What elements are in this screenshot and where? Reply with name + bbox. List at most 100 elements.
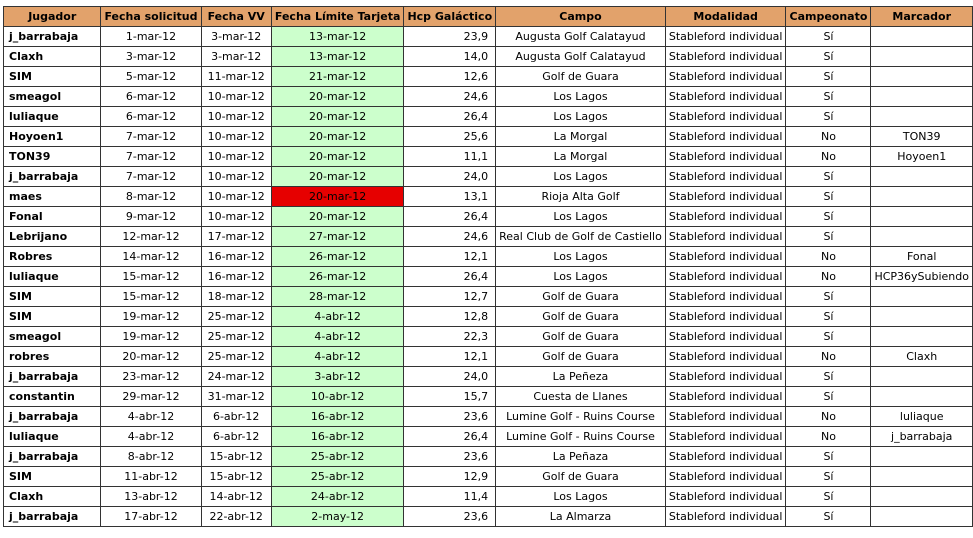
cell-campeonato[interactable]: No: [785, 406, 872, 427]
cell-jugador[interactable]: Lebrijano: [2, 226, 102, 247]
col-header-fecha-solicitud[interactable]: Fecha solicitud: [100, 6, 202, 27]
cell-campeonato[interactable]: No: [785, 426, 872, 447]
cell-modalidad[interactable]: Stableford individual: [664, 386, 787, 407]
cell-hcp[interactable]: 23,9: [403, 26, 497, 47]
cell-modalidad[interactable]: Stableford individual: [664, 506, 787, 527]
cell-campeonato[interactable]: Sí: [785, 446, 872, 467]
cell-fecha-solicitud[interactable]: 7-mar-12: [100, 166, 202, 187]
cell-campeonato[interactable]: Sí: [785, 166, 872, 187]
cell-modalidad[interactable]: Stableford individual: [664, 306, 787, 327]
cell-fecha-solicitud[interactable]: 7-mar-12: [100, 146, 202, 167]
cell-fecha-limite[interactable]: 20-mar-12: [270, 126, 405, 147]
cell-hcp[interactable]: 26,4: [403, 206, 497, 227]
cell-campo[interactable]: Golf de Guara: [495, 286, 666, 307]
cell-fecha-vv[interactable]: 25-mar-12: [200, 326, 272, 347]
cell-marcador[interactable]: [870, 226, 973, 247]
cell-marcador[interactable]: [870, 26, 973, 47]
cell-campo[interactable]: Golf de Guara: [495, 346, 666, 367]
col-header-fecha-vv[interactable]: Fecha VV: [200, 6, 272, 27]
cell-hcp[interactable]: 24,6: [403, 86, 497, 107]
cell-fecha-limite[interactable]: 25-abr-12: [270, 446, 405, 467]
cell-modalidad[interactable]: Stableford individual: [664, 226, 787, 247]
cell-modalidad[interactable]: Stableford individual: [664, 366, 787, 387]
cell-fecha-vv[interactable]: 14-abr-12: [200, 486, 272, 507]
cell-campo[interactable]: Real Club de Golf de Castiello: [495, 226, 666, 247]
cell-campo[interactable]: Augusta Golf Calatayud: [495, 26, 666, 47]
cell-marcador[interactable]: Fonal: [870, 246, 973, 267]
cell-fecha-limite[interactable]: 20-mar-12: [270, 106, 405, 127]
cell-marcador[interactable]: [870, 466, 973, 487]
cell-hcp[interactable]: 12,7: [403, 286, 497, 307]
cell-modalidad[interactable]: Stableford individual: [664, 166, 787, 187]
cell-campo[interactable]: Golf de Guara: [495, 326, 666, 347]
cell-marcador[interactable]: j_barrabaja: [870, 426, 973, 447]
cell-fecha-limite[interactable]: 13-mar-12: [270, 26, 405, 47]
cell-hcp[interactable]: 11,1: [403, 146, 497, 167]
cell-campo[interactable]: Augusta Golf Calatayud: [495, 46, 666, 67]
cell-fecha-limite[interactable]: 4-abr-12: [270, 326, 405, 347]
cell-fecha-solicitud[interactable]: 13-abr-12: [100, 486, 202, 507]
cell-fecha-solicitud[interactable]: 19-mar-12: [100, 326, 202, 347]
cell-fecha-solicitud[interactable]: 12-mar-12: [100, 226, 202, 247]
col-header-fecha-limite[interactable]: Fecha Límite Tarjeta: [270, 6, 405, 27]
cell-fecha-solicitud[interactable]: 19-mar-12: [100, 306, 202, 327]
col-header-marcador[interactable]: Marcador: [870, 6, 973, 27]
cell-hcp[interactable]: 11,4: [403, 486, 497, 507]
cell-fecha-limite[interactable]: 25-abr-12: [270, 466, 405, 487]
cell-fecha-solicitud[interactable]: 4-abr-12: [100, 426, 202, 447]
cell-marcador[interactable]: [870, 506, 973, 527]
cell-modalidad[interactable]: Stableford individual: [664, 206, 787, 227]
cell-marcador[interactable]: [870, 486, 973, 507]
cell-modalidad[interactable]: Stableford individual: [664, 86, 787, 107]
cell-fecha-vv[interactable]: 31-mar-12: [200, 386, 272, 407]
cell-fecha-solicitud[interactable]: 1-mar-12: [100, 26, 202, 47]
cell-fecha-limite[interactable]: 10-abr-12: [270, 386, 405, 407]
cell-hcp[interactable]: 12,8: [403, 306, 497, 327]
cell-fecha-solicitud[interactable]: 14-mar-12: [100, 246, 202, 267]
cell-jugador[interactable]: j_barrabaja: [2, 406, 102, 427]
cell-jugador[interactable]: Fonal: [2, 206, 102, 227]
cell-jugador[interactable]: robres: [2, 346, 102, 367]
cell-fecha-vv[interactable]: 6-abr-12: [200, 426, 272, 447]
cell-fecha-limite[interactable]: 3-abr-12: [270, 366, 405, 387]
cell-fecha-vv[interactable]: 16-mar-12: [200, 246, 272, 267]
col-header-campo[interactable]: Campo: [495, 6, 666, 27]
cell-campeonato[interactable]: Sí: [785, 226, 872, 247]
cell-modalidad[interactable]: Stableford individual: [664, 246, 787, 267]
cell-campeonato[interactable]: No: [785, 126, 872, 147]
cell-hcp[interactable]: 12,1: [403, 246, 497, 267]
cell-campeonato[interactable]: Sí: [785, 106, 872, 127]
cell-jugador[interactable]: smeagol: [2, 86, 102, 107]
cell-fecha-limite[interactable]: 4-abr-12: [270, 306, 405, 327]
cell-campo[interactable]: Golf de Guara: [495, 306, 666, 327]
cell-fecha-vv[interactable]: 10-mar-12: [200, 86, 272, 107]
cell-fecha-vv[interactable]: 10-mar-12: [200, 206, 272, 227]
col-header-campeonato[interactable]: Campeonato: [785, 6, 872, 27]
cell-jugador[interactable]: SIM: [2, 66, 102, 87]
cell-jugador[interactable]: Hoyoen1: [2, 126, 102, 147]
cell-fecha-limite[interactable]: 16-abr-12: [270, 426, 405, 447]
cell-fecha-limite[interactable]: 20-mar-12: [270, 146, 405, 167]
cell-fecha-solicitud[interactable]: 23-mar-12: [100, 366, 202, 387]
cell-modalidad[interactable]: Stableford individual: [664, 486, 787, 507]
cell-fecha-solicitud[interactable]: 5-mar-12: [100, 66, 202, 87]
cell-modalidad[interactable]: Stableford individual: [664, 326, 787, 347]
cell-modalidad[interactable]: Stableford individual: [664, 186, 787, 207]
cell-fecha-limite[interactable]: 20-mar-12: [270, 166, 405, 187]
cell-jugador[interactable]: Robres: [2, 246, 102, 267]
cell-fecha-vv[interactable]: 24-mar-12: [200, 366, 272, 387]
cell-hcp[interactable]: 26,4: [403, 106, 497, 127]
cell-jugador[interactable]: luliaque: [2, 106, 102, 127]
cell-hcp[interactable]: 22,3: [403, 326, 497, 347]
cell-fecha-vv[interactable]: 3-mar-12: [200, 26, 272, 47]
cell-fecha-limite[interactable]: 2-may-12: [270, 506, 405, 527]
cell-campeonato[interactable]: Sí: [785, 386, 872, 407]
cell-jugador[interactable]: luliaque: [2, 426, 102, 447]
cell-campo[interactable]: Lumine Golf - Ruins Course: [495, 426, 666, 447]
cell-campeonato[interactable]: Sí: [785, 466, 872, 487]
cell-fecha-limite[interactable]: 20-mar-12: [270, 206, 405, 227]
cell-fecha-vv[interactable]: 15-abr-12: [200, 466, 272, 487]
cell-marcador[interactable]: [870, 186, 973, 207]
cell-modalidad[interactable]: Stableford individual: [664, 346, 787, 367]
cell-jugador[interactable]: SIM: [2, 466, 102, 487]
